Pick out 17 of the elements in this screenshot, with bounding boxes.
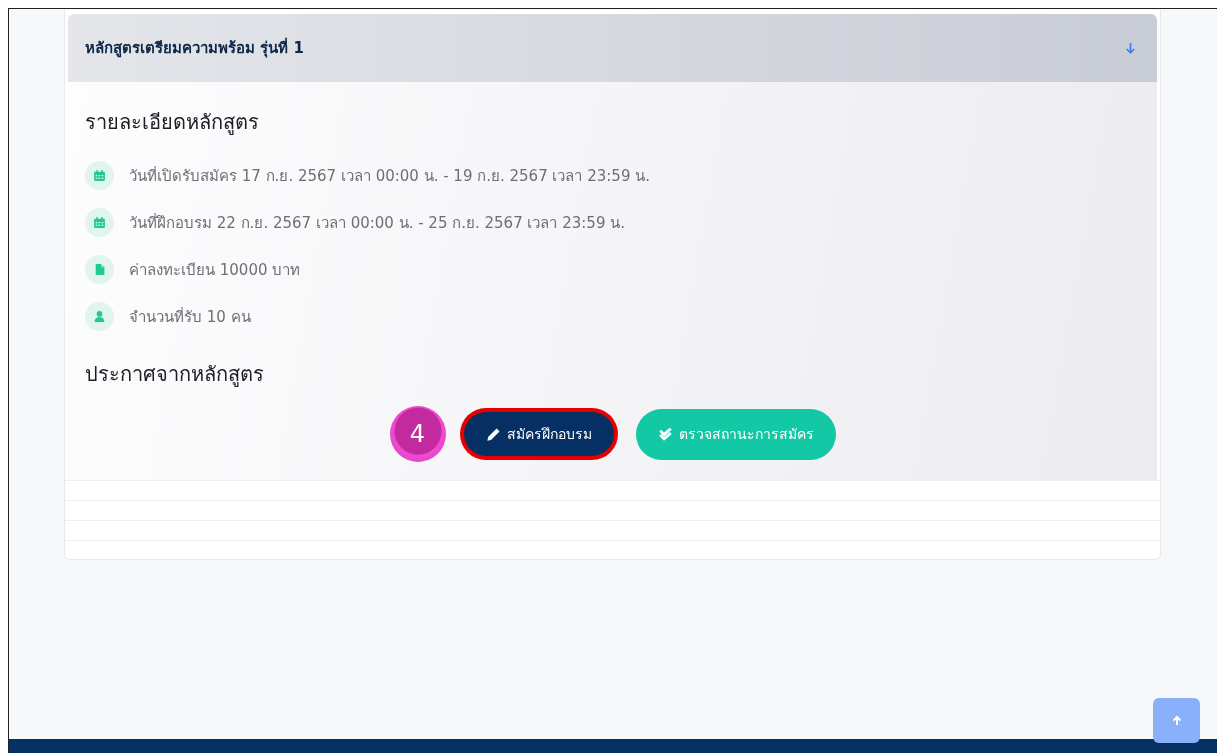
accordion-title: หลักสูตรเตรียมความพร้อม รุ่นที่ 1 [85, 36, 304, 60]
document-icon [85, 255, 114, 284]
detail-text: วันที่เปิดรับสมัคร 17 ก.ย. 2567 เวลา 00:00 น. - 19 ก.ย. 2567 เวลา 23:59 น. [129, 165, 650, 187]
section-heading: ประกาศจากหลักสูตร [85, 361, 265, 389]
pencil-icon [485, 426, 501, 442]
step-marker: 4 [389, 406, 446, 462]
detail-text: จำนวนที่รับ 10 คน [129, 306, 251, 328]
person-icon [85, 302, 114, 331]
double-check-icon [657, 426, 673, 442]
calendar-icon [85, 161, 114, 190]
calendar-icon [85, 208, 114, 237]
arrow-up-icon [1170, 714, 1183, 727]
accordion-header[interactable]: หลักสูตรเตรียมความพร้อม รุ่นที่ 1 [68, 14, 1157, 82]
section-heading: รายละเอียดหลักสูตร [85, 109, 260, 137]
scroll-top-button[interactable] [1153, 698, 1200, 743]
detail-text: วันที่ฝึกอบรม 22 ก.ย. 2567 เวลา 00:00 น. - 25 ก.ย. 2567 เวลา 23:59 น. [129, 212, 625, 234]
detail-text: ค่าลงทะเบียน 10000 บาท [129, 259, 301, 281]
